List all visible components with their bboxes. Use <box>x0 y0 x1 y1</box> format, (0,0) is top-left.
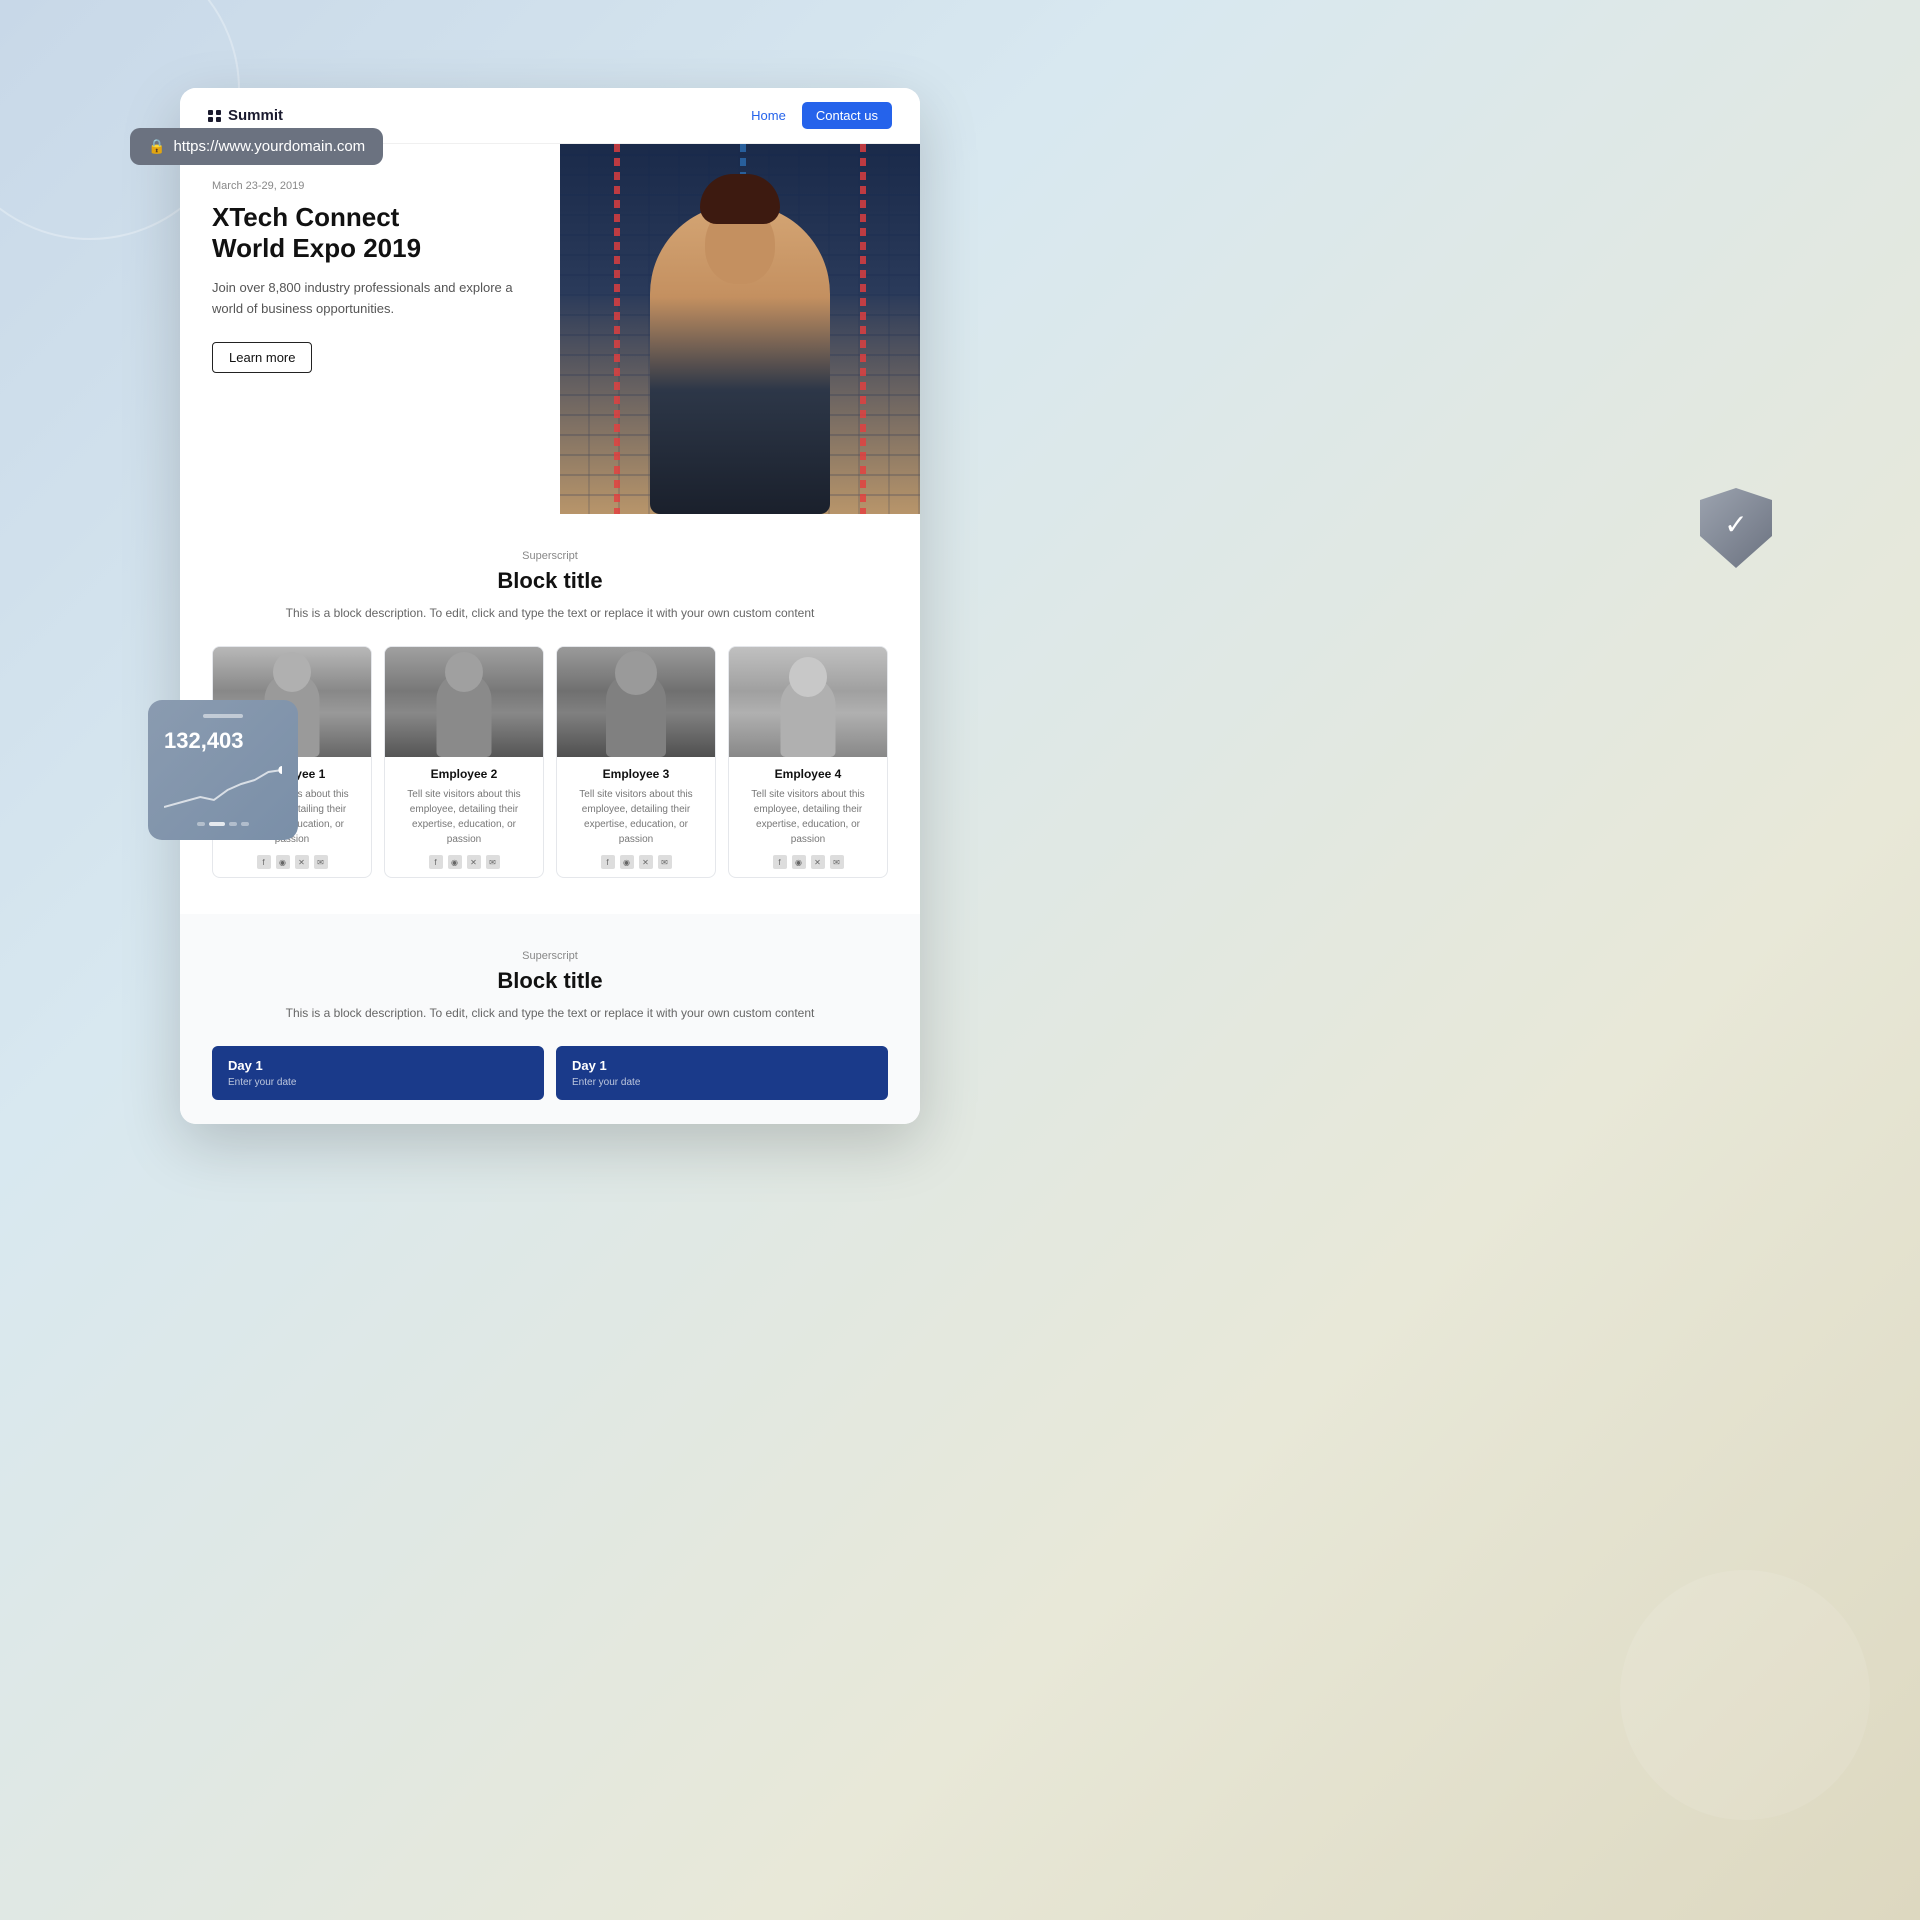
employee-2-photo <box>385 647 543 757</box>
employee-4-body: Employee 4 Tell site visitors about this… <box>729 757 887 877</box>
lock-icon: 🔒 <box>148 138 165 155</box>
bg-decoration-br <box>1620 1570 1870 1820</box>
day-card-1-title: Day 1 <box>228 1058 528 1073</box>
team-card-3: Employee 3 Tell site visitors about this… <box>556 646 716 878</box>
social-email-4[interactable]: ✉ <box>830 855 844 869</box>
social-ig-4[interactable]: ◉ <box>792 855 806 869</box>
day-card-2-title: Day 1 <box>572 1058 872 1073</box>
hero-date: March 23-29, 2019 <box>212 180 528 192</box>
browser-window: Summit Home Contact us March 23-29, 2019… <box>180 88 920 1124</box>
social-fb[interactable]: f <box>257 855 271 869</box>
social-email-2[interactable]: ✉ <box>486 855 500 869</box>
employee-2-bio: Tell site visitors about this employee, … <box>395 787 533 847</box>
chart-area <box>164 762 282 812</box>
stat-number: 132,403 <box>164 728 282 754</box>
card-handle <box>203 714 243 718</box>
social-email[interactable]: ✉ <box>314 855 328 869</box>
social-fb-4[interactable]: f <box>773 855 787 869</box>
employee-4-photo <box>729 647 887 757</box>
second-section-title: Block title <box>212 968 888 994</box>
employee-4-socials: f ◉ ✕ ✉ <box>739 855 877 869</box>
second-superscript: Superscript <box>212 950 888 962</box>
team-section-title: Block title <box>212 568 888 594</box>
team-superscript: Superscript <box>212 550 888 562</box>
hero-section: March 23-29, 2019 XTech Connect World Ex… <box>180 144 920 514</box>
logo-text: Summit <box>228 107 283 124</box>
stats-card: 132,403 <box>148 700 298 840</box>
social-x-2[interactable]: ✕ <box>467 855 481 869</box>
social-x[interactable]: ✕ <box>295 855 309 869</box>
social-fb-2[interactable]: f <box>429 855 443 869</box>
team-section-description: This is a block description. To edit, cl… <box>212 604 888 622</box>
chart-svg <box>164 762 282 812</box>
day-card-2-subtitle: Enter your date <box>572 1077 872 1088</box>
team-card-4: Employee 4 Tell site visitors about this… <box>728 646 888 878</box>
social-email-3[interactable]: ✉ <box>658 855 672 869</box>
url-bar[interactable]: 🔒 https://www.yourdomain.com <box>130 128 383 165</box>
social-ig-3[interactable]: ◉ <box>620 855 634 869</box>
social-fb-3[interactable]: f <box>601 855 615 869</box>
social-x-3[interactable]: ✕ <box>639 855 653 869</box>
card-dots <box>164 822 282 826</box>
employee-2-name: Employee 2 <box>395 767 533 781</box>
contact-button[interactable]: Contact us <box>802 102 892 129</box>
social-ig-2[interactable]: ◉ <box>448 855 462 869</box>
employee-3-socials: f ◉ ✕ ✉ <box>567 855 705 869</box>
logo-icon <box>208 110 222 122</box>
employee-4-bio: Tell site visitors about this employee, … <box>739 787 877 847</box>
nav-logo: Summit <box>208 107 283 124</box>
employee-2-body: Employee 2 Tell site visitors about this… <box>385 757 543 877</box>
hero-image <box>560 144 920 514</box>
learn-more-button[interactable]: Learn more <box>212 342 312 373</box>
hero-content: March 23-29, 2019 XTech Connect World Ex… <box>180 144 560 514</box>
social-ig[interactable]: ◉ <box>276 855 290 869</box>
hero-description: Join over 8,800 industry professionals a… <box>212 278 528 320</box>
dot-1 <box>197 822 205 826</box>
team-card-2: Employee 2 Tell site visitors about this… <box>384 646 544 878</box>
hero-title: XTech Connect World Expo 2019 <box>212 202 528 264</box>
url-text: https://www.yourdomain.com <box>173 138 365 155</box>
nav-links: Home Contact us <box>751 102 892 129</box>
dot-4 <box>241 822 249 826</box>
employee-3-photo <box>557 647 715 757</box>
employee-3-body: Employee 3 Tell site visitors about this… <box>557 757 715 877</box>
day-card-1[interactable]: Day 1 Enter your date <box>212 1046 544 1100</box>
employee-4-name: Employee 4 <box>739 767 877 781</box>
team-grid: Employee 1 Tell site visitors about this… <box>212 646 888 878</box>
employee-1-socials: f ◉ ✕ ✉ <box>223 855 361 869</box>
employee-3-name: Employee 3 <box>567 767 705 781</box>
employee-3-bio: Tell site visitors about this employee, … <box>567 787 705 847</box>
second-section-description: This is a block description. To edit, cl… <box>212 1004 888 1022</box>
employee-2-socials: f ◉ ✕ ✉ <box>395 855 533 869</box>
dot-2 <box>209 822 225 826</box>
social-x-4[interactable]: ✕ <box>811 855 825 869</box>
second-block-section: Superscript Block title This is a block … <box>180 914 920 1124</box>
day-cards-grid: Day 1 Enter your date Day 1 Enter your d… <box>212 1046 888 1100</box>
day-card-1-subtitle: Enter your date <box>228 1077 528 1088</box>
nav-home-link[interactable]: Home <box>751 108 786 123</box>
dot-3 <box>229 822 237 826</box>
day-card-2[interactable]: Day 1 Enter your date <box>556 1046 888 1100</box>
shield-check-icon: ✓ <box>1724 508 1747 541</box>
shield-badge: ✓ <box>1700 488 1772 568</box>
